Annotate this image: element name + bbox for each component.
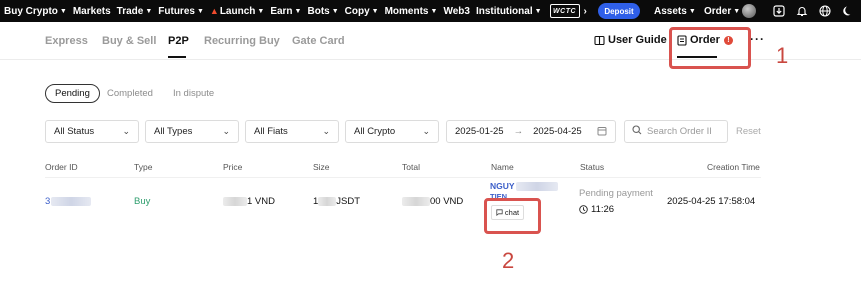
header-status: Status [580,162,605,172]
download-icon[interactable] [772,4,786,18]
search-icon [632,125,642,138]
book-icon [594,35,605,46]
tab-buy-sell[interactable]: Buy & Sell [102,35,156,47]
header-creation-time: Creation Time [707,162,760,172]
order-status: Pending payment [579,188,653,199]
reset-button[interactable]: Reset [736,126,761,137]
filter-completed[interactable]: Completed [98,84,162,103]
chevron-right-icon[interactable]: › [584,6,587,17]
tab-p2p[interactable]: P2P [168,35,189,47]
bell-icon[interactable] [795,4,809,18]
redacted-size [318,196,337,206]
creation-time: 2025-04-25 17:58:04 [667,196,756,207]
chevron-down-icon: ⌄ [322,126,330,136]
nav-buy-crypto[interactable]: Buy Crypto ▼ [4,6,67,17]
payment-countdown: 11:26 [579,204,614,215]
order-search-input[interactable]: Search Order II [624,120,728,143]
filter-pending[interactable]: Pending [45,84,100,103]
filter-in-dispute[interactable]: In dispute [164,84,223,103]
deposit-button[interactable]: Deposit [598,3,640,19]
avatar[interactable] [742,4,756,18]
order-type: Buy [134,196,151,207]
header-price: Price [223,162,243,172]
arrow-right-icon: → [513,126,524,137]
nav-earn[interactable]: Earn ▼ [270,6,301,17]
user-guide-link[interactable]: User Guide [594,34,667,46]
nav-launch[interactable]: ▲ Launch ▼ [210,6,264,17]
redacted-order-id [51,196,92,206]
order-id-link[interactable]: 3 [45,196,92,207]
annotation-number-1: 1 [776,43,789,68]
nav-institutional[interactable]: Institutional ▼ [476,6,542,17]
chevron-down-icon: ⌄ [122,126,130,136]
nav-futures[interactable]: Futures ▼ [158,6,204,17]
status-select[interactable]: All Status ⌄ [45,120,139,143]
date-range-picker[interactable]: 2025-01-25 → 2025-04-25 [446,120,616,143]
nav-moments[interactable]: Moments ▼ [385,6,438,17]
tab-recurring-buy[interactable]: Recurring Buy [204,35,280,47]
order-size: 1 JSDT [313,196,361,207]
tab-gate-card[interactable]: Gate Card [292,35,345,47]
moon-icon[interactable] [841,4,855,18]
date-from: 2025-01-25 [455,126,504,137]
crypto-select[interactable]: All Crypto ⌄ [345,120,439,143]
annotation-number-2: 2 [502,248,515,273]
counterparty-name-line1[interactable]: NGUY [490,181,558,192]
order-price: 1 VND [223,196,275,207]
date-to: 2025-04-25 [533,126,582,137]
globe-icon[interactable] [818,4,832,18]
chevron-down-icon: ⌄ [422,126,430,136]
calendar-icon [597,126,607,138]
clock-icon [579,205,588,214]
nav-markets[interactable]: Markets [73,6,111,17]
fiat-select[interactable]: All Fiats ⌄ [245,120,339,143]
type-select[interactable]: All Types ⌄ [145,120,239,143]
order-total: 00 VND [402,196,463,207]
nav-web3[interactable]: Web3 [443,6,470,17]
more-options-icon[interactable]: ··· [750,32,765,46]
header-name: Name [491,162,514,172]
tab-express[interactable]: Express [45,35,88,47]
header-order-id: Order ID [45,162,78,172]
search-placeholder: Search Order II [647,126,712,137]
wctc-logo[interactable]: WCTC [549,4,580,18]
header-divider [45,177,761,178]
nav-copy[interactable]: Copy ▼ [345,6,379,17]
nav-bots[interactable]: Bots ▼ [307,6,338,17]
nav-assets[interactable]: Assets ▼ [654,0,696,22]
redacted-name [515,182,558,192]
nav-trade[interactable]: Trade ▼ [117,6,153,17]
flame-icon: ▲ [209,6,219,16]
nav-order[interactable]: Order ▼ [704,0,740,22]
redacted-price [223,196,247,206]
header-type: Type [134,162,153,172]
header-total: Total [402,162,420,172]
active-tab-indicator [168,56,186,58]
redacted-total [402,196,430,206]
annotation-box-order [669,27,751,69]
annotation-box-chat [484,198,541,234]
header-size: Size [313,162,330,172]
chevron-down-icon: ⌄ [222,126,230,136]
